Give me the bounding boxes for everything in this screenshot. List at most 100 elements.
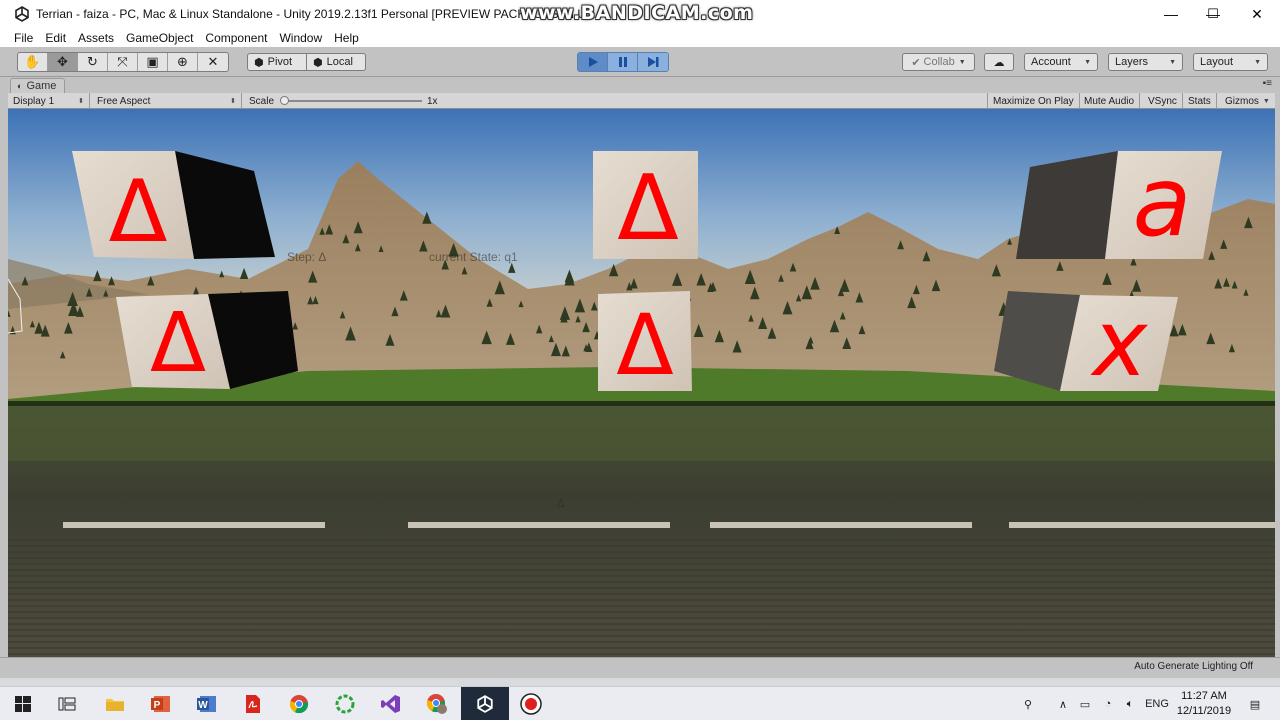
game-tab[interactable]: ◐ Game xyxy=(10,78,66,93)
cube-bottom-left[interactable]: Δ xyxy=(116,291,298,391)
window-titlebar: Terrian - faiza - PC, Mac & Linux Standa… xyxy=(0,0,1280,28)
transform-tools: ✋ ✥ ↻ ⤧ ▣ ⊕ ✕ xyxy=(17,52,229,72)
ground-stripe xyxy=(8,581,1275,583)
unity-icon xyxy=(477,695,493,713)
game-view-icon: ◐ xyxy=(17,81,23,91)
record-icon xyxy=(520,693,542,715)
maximize-button[interactable]: ☐ xyxy=(1190,0,1236,28)
scale-slider-thumb[interactable] xyxy=(280,96,289,105)
play-icon xyxy=(588,57,598,67)
start-button[interactable] xyxy=(0,687,46,720)
menu-file[interactable]: File xyxy=(8,31,39,45)
cube-bottom-center[interactable]: Δ xyxy=(598,291,692,394)
menu-component[interactable]: Component xyxy=(199,31,273,45)
gizmos-dropdown[interactable]: Gizmos ▼ xyxy=(1220,93,1275,109)
cloud-button[interactable]: ☁ xyxy=(984,53,1014,71)
task-view-button[interactable] xyxy=(44,687,90,720)
menu-edit[interactable]: Edit xyxy=(39,31,72,45)
clock-date: 12/11/2019 xyxy=(1176,705,1232,717)
pause-button[interactable] xyxy=(608,53,638,71)
scale-control: Scale 1x xyxy=(244,93,444,109)
ground-stripe xyxy=(8,587,1275,589)
gizmos-label: Gizmos xyxy=(1225,95,1259,107)
scale-tool-button[interactable]: ⤧ xyxy=(108,53,138,71)
stats-toggle[interactable]: Stats xyxy=(1183,93,1217,109)
ground-stripe xyxy=(8,611,1275,613)
powerpoint-button[interactable]: P xyxy=(138,687,184,720)
acrobat-icon xyxy=(246,695,260,713)
tools-icon: ✕ xyxy=(207,54,219,69)
chevron-up-icon: ∧ xyxy=(1058,698,1068,711)
network-tray-button[interactable]: ◔ xyxy=(1098,687,1118,720)
display-dropdown[interactable]: Display 1 ⬍ xyxy=(8,93,90,109)
cube-symbol: Δ xyxy=(617,156,679,261)
visual-studio-button[interactable] xyxy=(368,687,414,720)
file-explorer-button[interactable] xyxy=(92,687,138,720)
maximize-on-play-toggle[interactable]: Maximize On Play xyxy=(987,93,1080,109)
tray-overflow-button[interactable]: ∧ xyxy=(1053,687,1073,720)
action-center-button[interactable]: ▤ xyxy=(1240,687,1270,720)
menu-assets[interactable]: Assets xyxy=(72,31,120,45)
recorder-button[interactable] xyxy=(508,687,554,720)
close-button[interactable]: ✕ xyxy=(1234,0,1280,28)
custom-tool-button[interactable]: ✕ xyxy=(198,53,228,71)
scale-label: Scale xyxy=(249,95,275,107)
hand-tool-button[interactable]: ✋ xyxy=(18,53,48,71)
battery-tray-button[interactable]: ▭ xyxy=(1075,687,1095,720)
layout-dropdown[interactable]: Layout ▼ xyxy=(1193,53,1268,71)
cloud-icon: ☁ xyxy=(993,56,1005,69)
clock-time: 11:27 AM xyxy=(1181,690,1227,702)
collab-check-icon: ✔ xyxy=(911,56,921,69)
network-icon: ◔ xyxy=(1104,698,1112,710)
word-button[interactable]: W xyxy=(184,687,230,720)
game-scene: Δ Δ Δ Δ a x xyxy=(8,109,1275,657)
rect-tool-button[interactable]: ▣ xyxy=(138,53,168,71)
green-ring-icon xyxy=(335,694,355,714)
ground-stripe xyxy=(8,575,1275,577)
volume-tray-button[interactable]: 🔈︎ xyxy=(1120,687,1140,720)
move-icon: ✥ xyxy=(57,54,68,69)
ground-stripe xyxy=(8,569,1275,571)
vsync-toggle[interactable]: VSync xyxy=(1143,93,1183,109)
game-viewport[interactable]: Δ Δ Δ Δ a x Step: Δ current State: q1 Δ xyxy=(8,109,1275,657)
account-dropdown[interactable]: Account ▼ xyxy=(1024,53,1098,71)
transform-tool-button[interactable]: ⊕ xyxy=(168,53,198,71)
pivot-toggle[interactable]: ⬢ Pivot xyxy=(247,53,307,71)
menu-help[interactable]: Help xyxy=(328,31,365,45)
cube-top-center[interactable]: Δ xyxy=(593,151,698,261)
taskbar-clock[interactable]: 11:27 AM 12/11/2019 xyxy=(1172,689,1236,719)
state-label: current State: q1 xyxy=(429,250,518,264)
menu-gameobject[interactable]: GameObject xyxy=(120,31,199,45)
chevron-down-icon: ▼ xyxy=(1254,58,1261,66)
ground-stripe xyxy=(8,635,1275,637)
collab-dropdown[interactable]: ✔ Collab ▼ xyxy=(902,53,975,71)
local-icon: ⬢ xyxy=(313,56,323,69)
word-icon: W xyxy=(197,696,216,712)
ground-stripe xyxy=(8,563,1275,565)
chrome-button[interactable] xyxy=(276,687,322,720)
layers-dropdown[interactable]: Layers ▼ xyxy=(1108,53,1183,71)
unity-taskbar-button[interactable] xyxy=(461,687,509,720)
unity-logo-icon xyxy=(15,6,29,22)
acrobat-button[interactable] xyxy=(230,687,276,720)
language-indicator[interactable]: ENG xyxy=(1142,687,1172,720)
local-toggle[interactable]: ⬢ Local xyxy=(306,53,366,71)
mute-audio-toggle[interactable]: Mute Audio xyxy=(1079,93,1141,109)
aspect-dropdown[interactable]: Free Aspect ⬍ xyxy=(92,93,242,109)
display-label: Display 1 xyxy=(13,95,55,107)
play-button[interactable] xyxy=(578,53,608,71)
step-button[interactable] xyxy=(638,53,668,71)
people-tray-button[interactable]: ⚲ xyxy=(1017,687,1039,720)
rotate-tool-button[interactable]: ↻ xyxy=(78,53,108,71)
scale-slider[interactable] xyxy=(280,96,422,105)
move-tool-button[interactable]: ✥ xyxy=(48,53,78,71)
cube-symbol: Δ xyxy=(616,296,673,394)
minimize-button-2[interactable]: — xyxy=(1148,0,1194,28)
lighting-status[interactable]: Auto Generate Lighting Off xyxy=(1134,661,1253,672)
ground-stripe xyxy=(8,593,1275,595)
ground-stripe xyxy=(8,617,1275,619)
green-app-button[interactable] xyxy=(322,687,368,720)
tab-menu-icon[interactable]: ▪≡ xyxy=(1263,78,1272,89)
chrome-alt-button[interactable] xyxy=(414,687,460,720)
menu-window[interactable]: Window xyxy=(273,31,328,45)
